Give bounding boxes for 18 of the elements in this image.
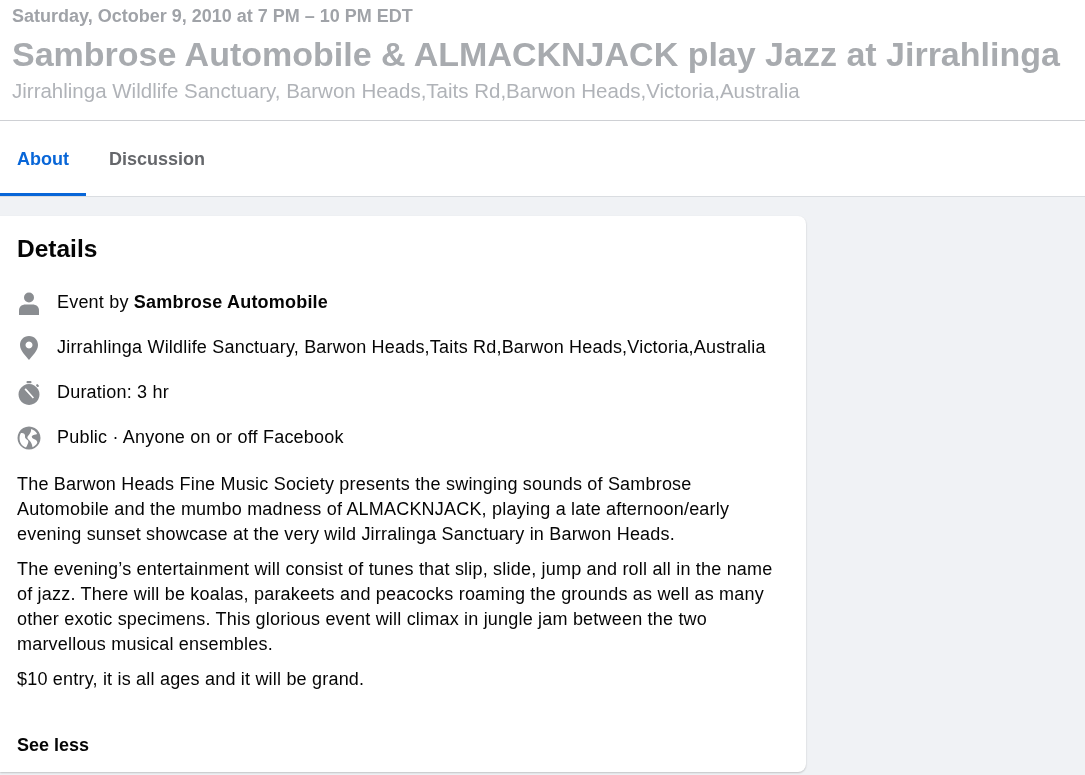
event-date: Saturday, October 9, 2010 at 7 PM – 10 PM EDT — [12, 5, 414, 27]
tab[interactable]: About — [0, 121, 86, 196]
description-paragraph: The Barwon Heads Fine Music Society presents the swinging sounds of Sambrose Automobile and the mumbo madness of ALMACKNJACK, playing a late afternoon/early evening sunset showcase at the very wild Jirralinga Sanctuary in Barwon Heads. — [17, 473, 731, 546]
details-heading: Details — [17, 234, 99, 264]
detail-text: Public · Anyone on or off Facebook — [57, 427, 344, 448]
tab[interactable]: Discussion — [92, 121, 222, 196]
event-title: Sambrose Automobile & ALMACKNJACK play Jazz at Jirrahlinga — [12, 34, 1061, 75]
stopwatch-icon — [17, 380, 41, 405]
event-location: Jirrahlinga Wildlife Sanctuary, Barwon Heads,Taits Rd,Barwon Heads,Victoria,Australia — [12, 78, 801, 104]
globe-icon — [17, 425, 41, 450]
detail-text: Duration: 3 hr — [57, 382, 169, 403]
description-paragraph: The evening’s entertainment will consist of tunes that slip, slide, jump and roll all in the name of jazz. There will be koalas, parakeets and peacocks roaming the grounds as well as many other exotic specimens. This glorious event will climax in jungle jam between the two marvellous musical ensembles. — [17, 558, 774, 656]
detail-text: Jirrahlinga Wildlife Sanctuary, Barwon Heads,Taits Rd,Barwon Heads,Victoria,Australia — [57, 337, 766, 358]
detail-text: Event by Sambrose Automobile — [57, 292, 328, 313]
person-icon — [17, 290, 41, 315]
description-paragraph: $10 entry, it is all ages and it will be grand. — [17, 668, 366, 691]
map-pin-icon — [17, 335, 41, 360]
see-less-link[interactable]: See less — [17, 733, 90, 758]
